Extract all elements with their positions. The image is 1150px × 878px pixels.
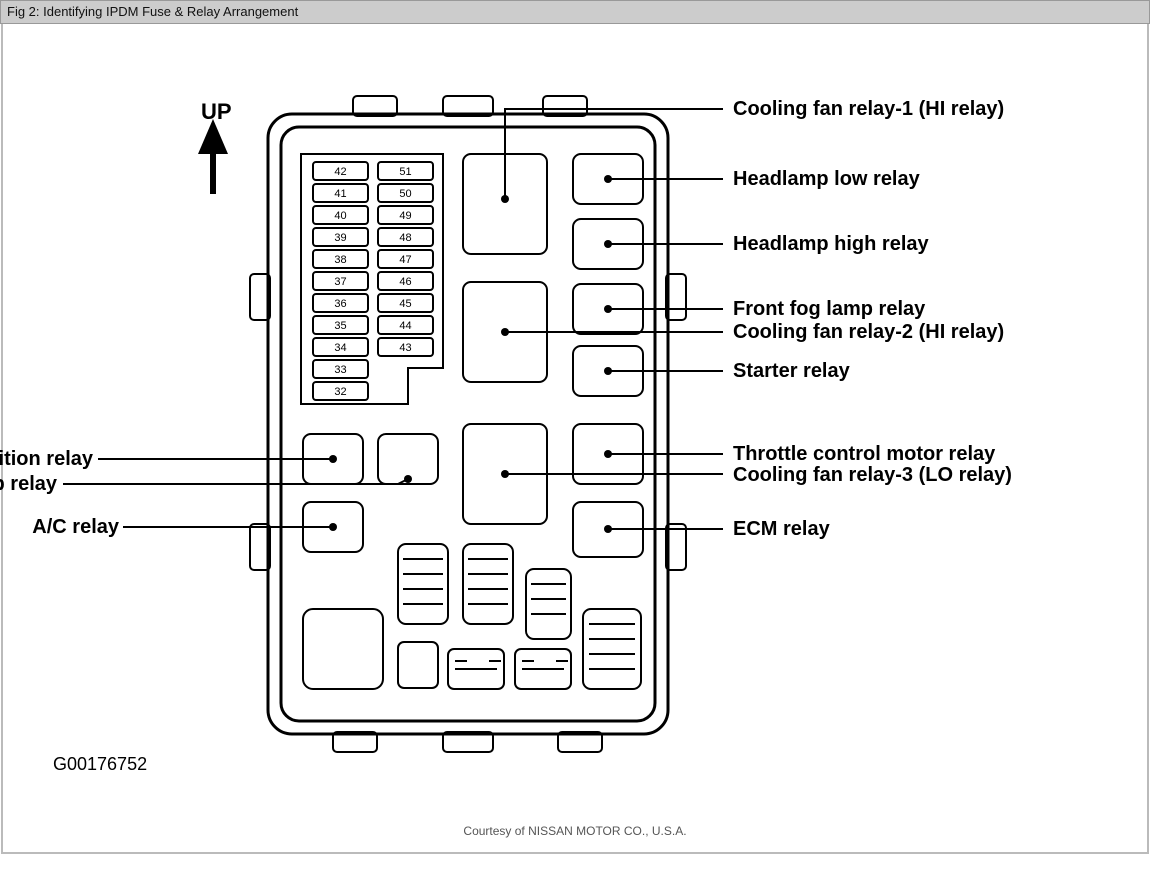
fuse-35-label: 35 [334, 320, 346, 332]
fuse-32-label: 32 [334, 386, 346, 398]
fuse-43-label: 43 [399, 342, 411, 354]
title-bar: Fig 2: Identifying IPDM Fuse & Relay Arr… [0, 0, 1150, 24]
fuse-51-label: 51 [399, 166, 411, 178]
fuse-34-label: 34 [334, 342, 346, 354]
label-headlamp-high-relay: Headlamp high relay [733, 233, 929, 256]
diagram-canvas: 42 41 40 39 38 37 36 35 34 33 32 51 50 49 48 47 46 45 44 43 [1, 24, 1149, 854]
fuse-49-label: 49 [399, 210, 411, 222]
diagram-id: G00176752 [53, 754, 147, 775]
figure-title: Fig 2: Identifying IPDM Fuse & Relay Arr… [7, 4, 298, 19]
label-cooling-fan-relay-3: Cooling fan relay-3 (LO relay) [733, 464, 1012, 487]
fuse-42-label: 42 [334, 166, 346, 178]
label-fuel-pump-relay: Fuel pump relay [0, 473, 57, 496]
fuse-40-label: 40 [334, 210, 346, 222]
fuse-37-label: 37 [334, 276, 346, 288]
fuse-50-label: 50 [399, 188, 411, 200]
label-ac-relay: A/C relay [32, 516, 119, 539]
credit-line: Courtesy of NISSAN MOTOR CO., U.S.A. [3, 824, 1147, 838]
label-throttle-relay: Throttle control motor relay [733, 443, 995, 466]
label-headlamp-low-relay: Headlamp low relay [733, 168, 920, 191]
fuse-38-label: 38 [334, 254, 346, 266]
up-arrow-icon [198, 119, 228, 194]
label-ecm-relay: ECM relay [733, 518, 830, 541]
fuse-48-label: 48 [399, 232, 411, 244]
fuse-45-label: 45 [399, 298, 411, 310]
fuse-44-label: 44 [399, 320, 411, 332]
fuse-36-label: 36 [334, 298, 346, 310]
fuse-33-label: 33 [334, 364, 346, 376]
fuse-47-label: 47 [399, 254, 411, 266]
fuse-39-label: 39 [334, 232, 346, 244]
label-starter-relay: Starter relay [733, 360, 850, 383]
fuse-41-label: 41 [334, 188, 346, 200]
label-cooling-fan-relay-2: Cooling fan relay-2 (HI relay) [733, 321, 1004, 344]
label-cooling-fan-relay-1: Cooling fan relay-1 (HI relay) [733, 98, 1004, 121]
label-ignition-relay: Ignition relay [0, 448, 93, 471]
label-front-fog-relay: Front fog lamp relay [733, 298, 925, 321]
ipdm-diagram: 42 41 40 39 38 37 36 35 34 33 32 51 50 49 48 47 46 45 44 43 [3, 24, 1147, 844]
fuse-46-label: 46 [399, 276, 411, 288]
up-label: UP [201, 99, 232, 125]
